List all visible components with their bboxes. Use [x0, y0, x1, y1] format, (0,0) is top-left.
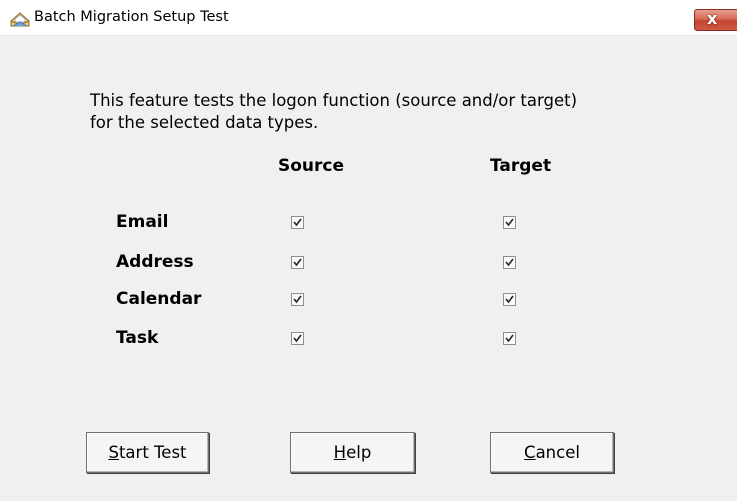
email-target-checkbox[interactable] — [503, 216, 516, 229]
checkmark-icon — [293, 334, 302, 343]
checkmark-icon — [293, 258, 302, 267]
intro-text: This feature tests the logon function (s… — [90, 90, 690, 134]
dialog-window: Batch Migration Setup Test x This featur… — [0, 0, 737, 501]
help-label: elp — [346, 443, 372, 462]
app-icon — [10, 12, 30, 27]
start-test-button[interactable]: Start Test — [86, 432, 209, 473]
checkmark-icon — [505, 258, 514, 267]
help-mnemonic: H — [333, 443, 347, 462]
cancel-mnemonic: C — [524, 443, 536, 462]
cancel-label: ancel — [535, 443, 580, 462]
start-test-mnemonic: S — [108, 443, 119, 462]
task-target-checkbox[interactable] — [503, 332, 516, 345]
start-test-label: tart Test — [118, 443, 187, 462]
close-icon: x — [707, 9, 718, 28]
checkmark-icon — [505, 334, 514, 343]
row-label-email: Email — [116, 212, 169, 232]
window-title: Batch Migration Setup Test — [34, 9, 229, 25]
source-column-header: Source — [278, 156, 345, 176]
row-label-calendar: Calendar — [116, 289, 202, 309]
intro-line-2: for the selected data types. — [90, 113, 319, 132]
intro-line-1: This feature tests the logon function (s… — [90, 91, 578, 110]
row-label-task: Task — [116, 328, 159, 348]
target-column-header: Target — [490, 156, 552, 176]
row-label-address: Address — [116, 252, 194, 272]
calendar-source-checkbox[interactable] — [291, 293, 304, 306]
address-source-checkbox[interactable] — [291, 256, 304, 269]
checkmark-icon — [293, 218, 302, 227]
email-source-checkbox[interactable] — [291, 216, 304, 229]
calendar-target-checkbox[interactable] — [503, 293, 516, 306]
checkmark-icon — [505, 295, 514, 304]
title-bar: Batch Migration Setup Test x — [0, 0, 737, 36]
close-button[interactable]: x — [694, 9, 737, 31]
checkmark-icon — [505, 218, 514, 227]
help-button[interactable]: Help — [290, 432, 415, 473]
address-target-checkbox[interactable] — [503, 256, 516, 269]
checkmark-icon — [293, 295, 302, 304]
cancel-button[interactable]: Cancel — [490, 432, 614, 473]
task-source-checkbox[interactable] — [291, 332, 304, 345]
